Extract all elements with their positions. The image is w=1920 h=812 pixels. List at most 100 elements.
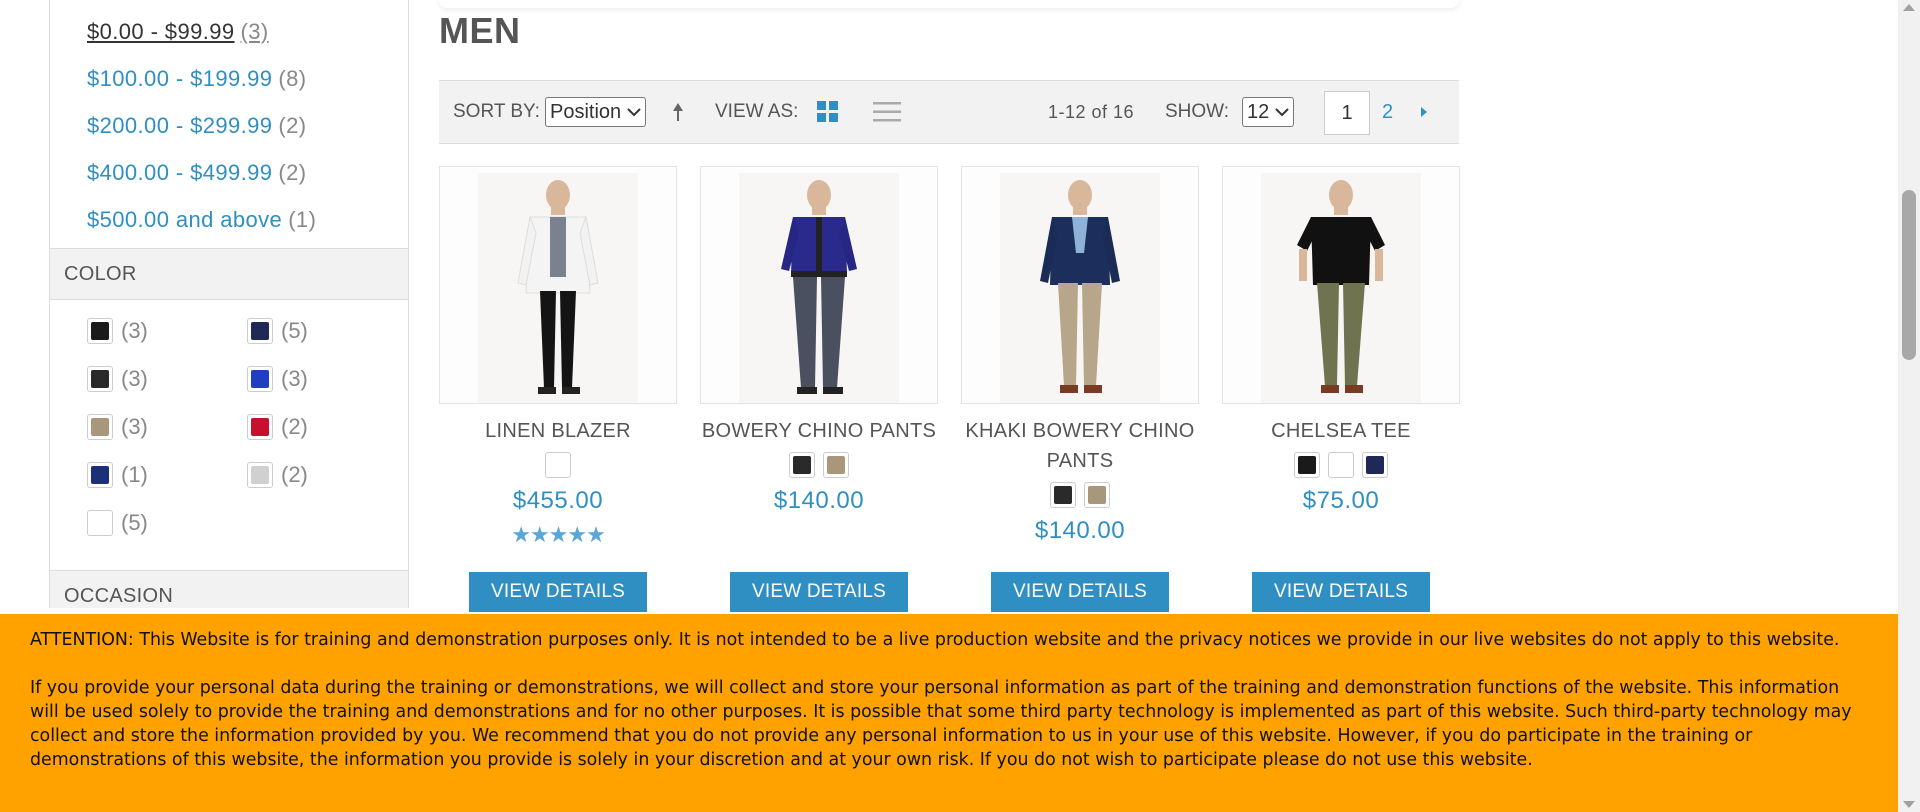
- product-price: $75.00: [1302, 487, 1380, 514]
- price-filter-item[interactable]: $500.00 and above (1): [87, 196, 408, 243]
- scroll-down-arrow-icon[interactable]: [1903, 801, 1915, 808]
- product-color-swatch[interactable]: [823, 452, 849, 478]
- color-count: (1): [121, 462, 148, 487]
- color-swatch[interactable]: [87, 414, 113, 440]
- price-filter-count: (1): [288, 206, 317, 232]
- notice-privacy-text: If you provide your personal data during…: [30, 678, 1852, 770]
- color-swatch-grid: (3) (5) (3) (3) (3) (2) (1) (2) (5): [87, 318, 407, 536]
- view-details-button[interactable]: VIEW DETAILS: [991, 572, 1169, 612]
- price-filter-link[interactable]: $400.00 - $499.99: [87, 160, 272, 186]
- header-card-edge: [439, 0, 1459, 8]
- product-color-swatch[interactable]: [1084, 482, 1110, 508]
- price-filter-count: (2): [278, 112, 307, 138]
- price-filter-count: (8): [278, 65, 307, 91]
- color-count: (5): [121, 510, 148, 535]
- product-color-swatch[interactable]: [545, 452, 571, 478]
- view-details-button[interactable]: VIEW DETAILS: [730, 572, 908, 612]
- product-photo-khaki-bowery-chino-pants: [1000, 173, 1160, 403]
- price-filter-link[interactable]: $200.00 - $299.99: [87, 113, 272, 139]
- show-limit-value: 12: [1247, 100, 1270, 123]
- layered-navigation-sidebar: $0.00 - $99.99 (3) $100.00 - $199.99 (8) $…: [49, 0, 409, 608]
- price-filter-item[interactable]: $200.00 - $299.99 (2): [87, 102, 408, 149]
- color-count: (3): [121, 414, 148, 439]
- product-image[interactable]: [439, 166, 677, 404]
- color-count: (3): [121, 318, 148, 343]
- color-count: (5): [281, 318, 308, 343]
- product-color-swatches: [1222, 452, 1460, 478]
- pagination-page-link[interactable]: 2: [1382, 81, 1393, 143]
- product-toolbar: SORT BY: Position VIEW AS: 1-12 of 16 SH…: [439, 80, 1459, 144]
- color-swatch-item[interactable]: (3): [87, 366, 247, 392]
- list-view-button[interactable]: [873, 81, 901, 143]
- price-filter-item[interactable]: $0.00 - $99.99 (3): [87, 8, 408, 55]
- color-filter-title[interactable]: COLOR: [50, 248, 408, 300]
- color-swatch[interactable]: [87, 462, 113, 488]
- color-swatch-item[interactable]: (2): [247, 414, 407, 440]
- product-color-swatch[interactable]: [1294, 452, 1320, 478]
- sort-by-label: SORT BY:: [453, 101, 540, 122]
- product-name[interactable]: LINEN BLAZER: [439, 416, 677, 446]
- product-name[interactable]: CHELSEA TEE: [1222, 416, 1460, 446]
- product-image[interactable]: [961, 166, 1199, 404]
- color-swatch[interactable]: [87, 318, 113, 344]
- color-swatch-item[interactable]: (3): [87, 414, 247, 440]
- color-swatch-item[interactable]: (5): [247, 318, 407, 344]
- product-color-swatch[interactable]: [1362, 452, 1388, 478]
- product-item: CHELSEA TEE $75.00: [1222, 166, 1460, 516]
- show-limit-select[interactable]: 12: [1242, 97, 1295, 127]
- price-filter-link[interactable]: $500.00 and above: [87, 207, 282, 233]
- scrollbar-thumb[interactable]: [1902, 190, 1916, 360]
- list-icon: [873, 102, 901, 122]
- sort-by-value: Position: [550, 100, 622, 123]
- chevron-down-icon: [1275, 108, 1289, 117]
- notice-attention-text: ATTENTION: This Website is for training …: [30, 630, 1840, 650]
- color-count: (2): [281, 462, 308, 487]
- price-filter-link[interactable]: $100.00 - $199.99: [87, 66, 272, 92]
- caret-right-icon: [1421, 107, 1427, 117]
- color-swatch[interactable]: [247, 366, 273, 392]
- view-as-label: VIEW AS:: [715, 101, 799, 122]
- occasion-filter-title[interactable]: OCCASION: [50, 570, 408, 608]
- page-scrollbar[interactable]: [1898, 0, 1920, 812]
- product-price: $140.00: [1034, 517, 1126, 544]
- product-item: BOWERY CHINO PANTS $140.00: [700, 166, 938, 516]
- view-details-button[interactable]: VIEW DETAILS: [469, 572, 647, 612]
- arrow-up-icon: [673, 103, 683, 121]
- color-swatch[interactable]: [87, 510, 113, 536]
- product-price: $455.00: [512, 487, 604, 514]
- item-count-text: 1-12 of 16: [1048, 101, 1135, 122]
- product-color-swatches: [439, 452, 677, 478]
- color-swatch-item[interactable]: (3): [247, 366, 407, 392]
- product-name[interactable]: KHAKI BOWERY CHINO PANTS: [961, 416, 1199, 476]
- color-count: (3): [121, 366, 148, 391]
- product-color-swatch[interactable]: [789, 452, 815, 478]
- sort-direction-button[interactable]: [671, 81, 685, 143]
- price-filter-count: (3): [240, 18, 269, 44]
- pagination-next-button[interactable]: [1419, 81, 1429, 143]
- color-swatch-item[interactable]: (2): [247, 462, 407, 488]
- price-filter-link[interactable]: $0.00 - $99.99: [87, 19, 235, 45]
- scroll-up-arrow-icon[interactable]: [1903, 4, 1915, 11]
- color-swatch[interactable]: [87, 366, 113, 392]
- price-filter-item[interactable]: $100.00 - $199.99 (8): [87, 55, 408, 102]
- view-details-button[interactable]: VIEW DETAILS: [1252, 572, 1430, 612]
- grid-view-button[interactable]: [817, 81, 839, 143]
- color-swatch-item[interactable]: (3): [87, 318, 247, 344]
- product-color-swatch[interactable]: [1050, 482, 1076, 508]
- product-color-swatch[interactable]: [1328, 452, 1354, 478]
- product-item: KHAKI BOWERY CHINO PANTS $140.00: [961, 166, 1199, 546]
- product-image[interactable]: [700, 166, 938, 404]
- color-swatch[interactable]: [247, 462, 273, 488]
- color-swatch-item[interactable]: (1): [87, 462, 247, 488]
- product-photo-linen-blazer: [478, 173, 638, 403]
- color-swatch[interactable]: [247, 318, 273, 344]
- product-image[interactable]: [1222, 166, 1460, 404]
- product-name[interactable]: BOWERY CHINO PANTS: [700, 416, 938, 446]
- color-swatch[interactable]: [247, 414, 273, 440]
- pagination-current-page: 1: [1324, 91, 1370, 135]
- color-swatch-item[interactable]: (5): [87, 510, 247, 536]
- demo-notice-banner: ATTENTION: This Website is for training …: [0, 614, 1898, 812]
- sort-by-select[interactable]: Position: [545, 97, 647, 127]
- price-filter-item[interactable]: $400.00 - $499.99 (2): [87, 149, 408, 196]
- chevron-down-icon: [627, 108, 641, 117]
